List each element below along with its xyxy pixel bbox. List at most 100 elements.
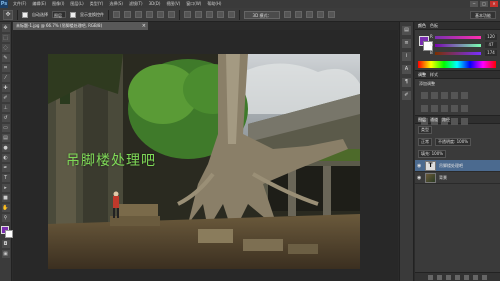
auto-select-checkbox[interactable] <box>22 11 28 18</box>
selective-color-icon[interactable] <box>461 118 468 125</box>
eraser-tool-icon[interactable]: ▭ <box>1 124 10 132</box>
new-adjustment-icon[interactable] <box>455 274 460 280</box>
black-white-icon[interactable] <box>441 105 448 112</box>
menu-image[interactable]: 图像(I) <box>52 1 64 7</box>
3d-pan-icon[interactable] <box>306 11 313 18</box>
visibility-eye-icon[interactable]: ◉ <box>417 175 422 181</box>
lasso-tool-icon[interactable]: ◌ <box>1 44 10 52</box>
crop-tool-icon[interactable]: ⌗ <box>1 64 10 72</box>
healing-brush-tool-icon[interactable]: ✚ <box>1 84 10 92</box>
brightness-contrast-icon[interactable] <box>421 92 428 99</box>
photo-filter-icon[interactable] <box>451 105 458 112</box>
green-value-field[interactable]: 47 <box>485 42 497 48</box>
blend-mode-dropdown[interactable]: 正常 <box>418 138 432 146</box>
gradient-tool-icon[interactable]: ▤ <box>1 134 10 142</box>
curves-icon[interactable] <box>441 92 448 99</box>
overlay-text-layer[interactable]: 吊脚楼处理吧 <box>66 150 156 170</box>
distribute-right-icon[interactable] <box>228 11 235 18</box>
levels-icon[interactable] <box>431 92 438 99</box>
history-brush-tool-icon[interactable]: ↺ <box>1 114 10 122</box>
link-layers-icon[interactable] <box>428 274 433 280</box>
quick-select-tool-icon[interactable]: ✎ <box>1 54 10 62</box>
red-slider[interactable]: R 120 <box>430 34 497 40</box>
opacity-field[interactable]: 不透明度: 100% <box>435 138 472 146</box>
align-center-icon[interactable] <box>157 11 164 18</box>
distribute-middle-icon[interactable] <box>195 11 202 18</box>
menu-window[interactable]: 窗口(W) <box>186 1 201 7</box>
info-panel-icon[interactable]: i <box>402 52 411 61</box>
3d-scale-icon[interactable] <box>328 11 335 18</box>
close-tab-icon[interactable]: × <box>142 22 146 30</box>
menu-select[interactable]: 选择(S) <box>109 1 123 7</box>
tab-channels[interactable]: 通道 <box>430 117 438 123</box>
move-tool-icon[interactable]: ✥ <box>3 9 13 20</box>
show-transform-checkbox[interactable] <box>70 11 76 18</box>
auto-select-target-dropdown[interactable]: 图层 <box>52 11 66 18</box>
align-top-icon[interactable] <box>113 11 120 18</box>
align-left-icon[interactable] <box>146 11 153 18</box>
gradient-map-icon[interactable] <box>451 118 458 125</box>
menu-view[interactable]: 视图(V) <box>166 1 180 7</box>
layer-kind-filter[interactable]: 类型 <box>418 126 432 134</box>
color-spectrum-bar[interactable] <box>418 61 496 68</box>
dodge-tool-icon[interactable]: ◐ <box>1 154 10 162</box>
3d-rotate-icon[interactable] <box>284 11 291 18</box>
screen-mode-icon[interactable]: ▣ <box>1 250 10 258</box>
brush-tool-icon[interactable]: ✐ <box>1 94 10 102</box>
eyedropper-tool-icon[interactable]: ⁄ <box>1 74 10 82</box>
canvas-area[interactable]: 吊脚楼处理吧 <box>13 30 398 281</box>
vibrance-icon[interactable] <box>461 92 468 99</box>
blur-tool-icon[interactable]: ● <box>1 144 10 152</box>
blue-slider[interactable]: B 174 <box>430 50 497 56</box>
color-swatches[interactable] <box>0 226 13 238</box>
quick-mask-icon[interactable]: ◘ <box>1 240 10 248</box>
path-select-tool-icon[interactable]: ▸ <box>1 184 10 192</box>
tab-layers[interactable]: 图层 <box>418 117 426 123</box>
hand-tool-icon[interactable]: ✋ <box>1 204 10 212</box>
menu-layer[interactable]: 图层(L) <box>70 1 83 7</box>
hue-saturation-icon[interactable] <box>421 105 428 112</box>
character-panel-icon[interactable]: A <box>402 65 411 74</box>
align-middle-icon[interactable] <box>124 11 131 18</box>
green-slider[interactable]: G 47 <box>430 42 497 48</box>
tab-styles[interactable]: 样式 <box>430 72 438 78</box>
distribute-bottom-icon[interactable] <box>206 11 213 18</box>
menu-edit[interactable]: 编辑(E) <box>32 1 46 7</box>
layer-row[interactable]: ◉ 背景 <box>415 172 500 184</box>
red-value-field[interactable]: 120 <box>485 34 497 40</box>
menu-help[interactable]: 帮助(H) <box>207 1 221 7</box>
minimize-button[interactable]: − <box>470 1 478 7</box>
layer-style-icon[interactable] <box>437 274 442 280</box>
menu-file[interactable]: 文件(F) <box>13 1 26 7</box>
marquee-tool-icon[interactable]: ⬚ <box>1 34 10 42</box>
history-panel-icon[interactable]: ▤ <box>402 26 411 35</box>
distribute-left-icon[interactable] <box>217 11 224 18</box>
distribute-top-icon[interactable] <box>184 11 191 18</box>
background-color-swatch[interactable] <box>4 230 13 238</box>
move-tool-icon[interactable]: ✥ <box>1 24 10 32</box>
pen-tool-icon[interactable]: ✒ <box>1 164 10 172</box>
menu-filter[interactable]: 滤镜(T) <box>129 1 143 7</box>
blue-value-field[interactable]: 174 <box>485 50 497 56</box>
properties-panel-icon[interactable]: ≡ <box>402 39 411 48</box>
workspace-dropdown[interactable]: 基本功能 <box>470 10 496 19</box>
menu-3d[interactable]: 3D(D) <box>149 1 161 7</box>
tab-swatches[interactable]: 色板 <box>430 23 438 29</box>
tab-adjustments[interactable]: 调整 <box>418 72 426 78</box>
channel-mixer-icon[interactable] <box>461 105 468 112</box>
tab-paths[interactable]: 路径 <box>442 117 450 123</box>
3d-roll-icon[interactable] <box>295 11 302 18</box>
maximize-button[interactable]: □ <box>480 1 488 7</box>
shape-tool-icon[interactable]: ■ <box>1 194 10 202</box>
menu-type[interactable]: 类型(Y) <box>90 1 104 7</box>
visibility-eye-icon[interactable]: ◉ <box>417 163 422 169</box>
clone-stamp-tool-icon[interactable]: ⊥ <box>1 104 10 112</box>
zoom-tool-icon[interactable]: ⚲ <box>1 214 10 222</box>
brush-panel-icon[interactable]: ✐ <box>402 91 411 100</box>
align-right-icon[interactable] <box>168 11 175 18</box>
tab-color[interactable]: 颜色 <box>418 23 426 29</box>
new-layer-icon[interactable] <box>473 274 478 280</box>
3d-slide-icon[interactable] <box>317 11 324 18</box>
layer-row[interactable]: ◉ T 吊脚楼处理吧 <box>415 160 500 172</box>
type-tool-icon[interactable]: T <box>1 174 10 182</box>
